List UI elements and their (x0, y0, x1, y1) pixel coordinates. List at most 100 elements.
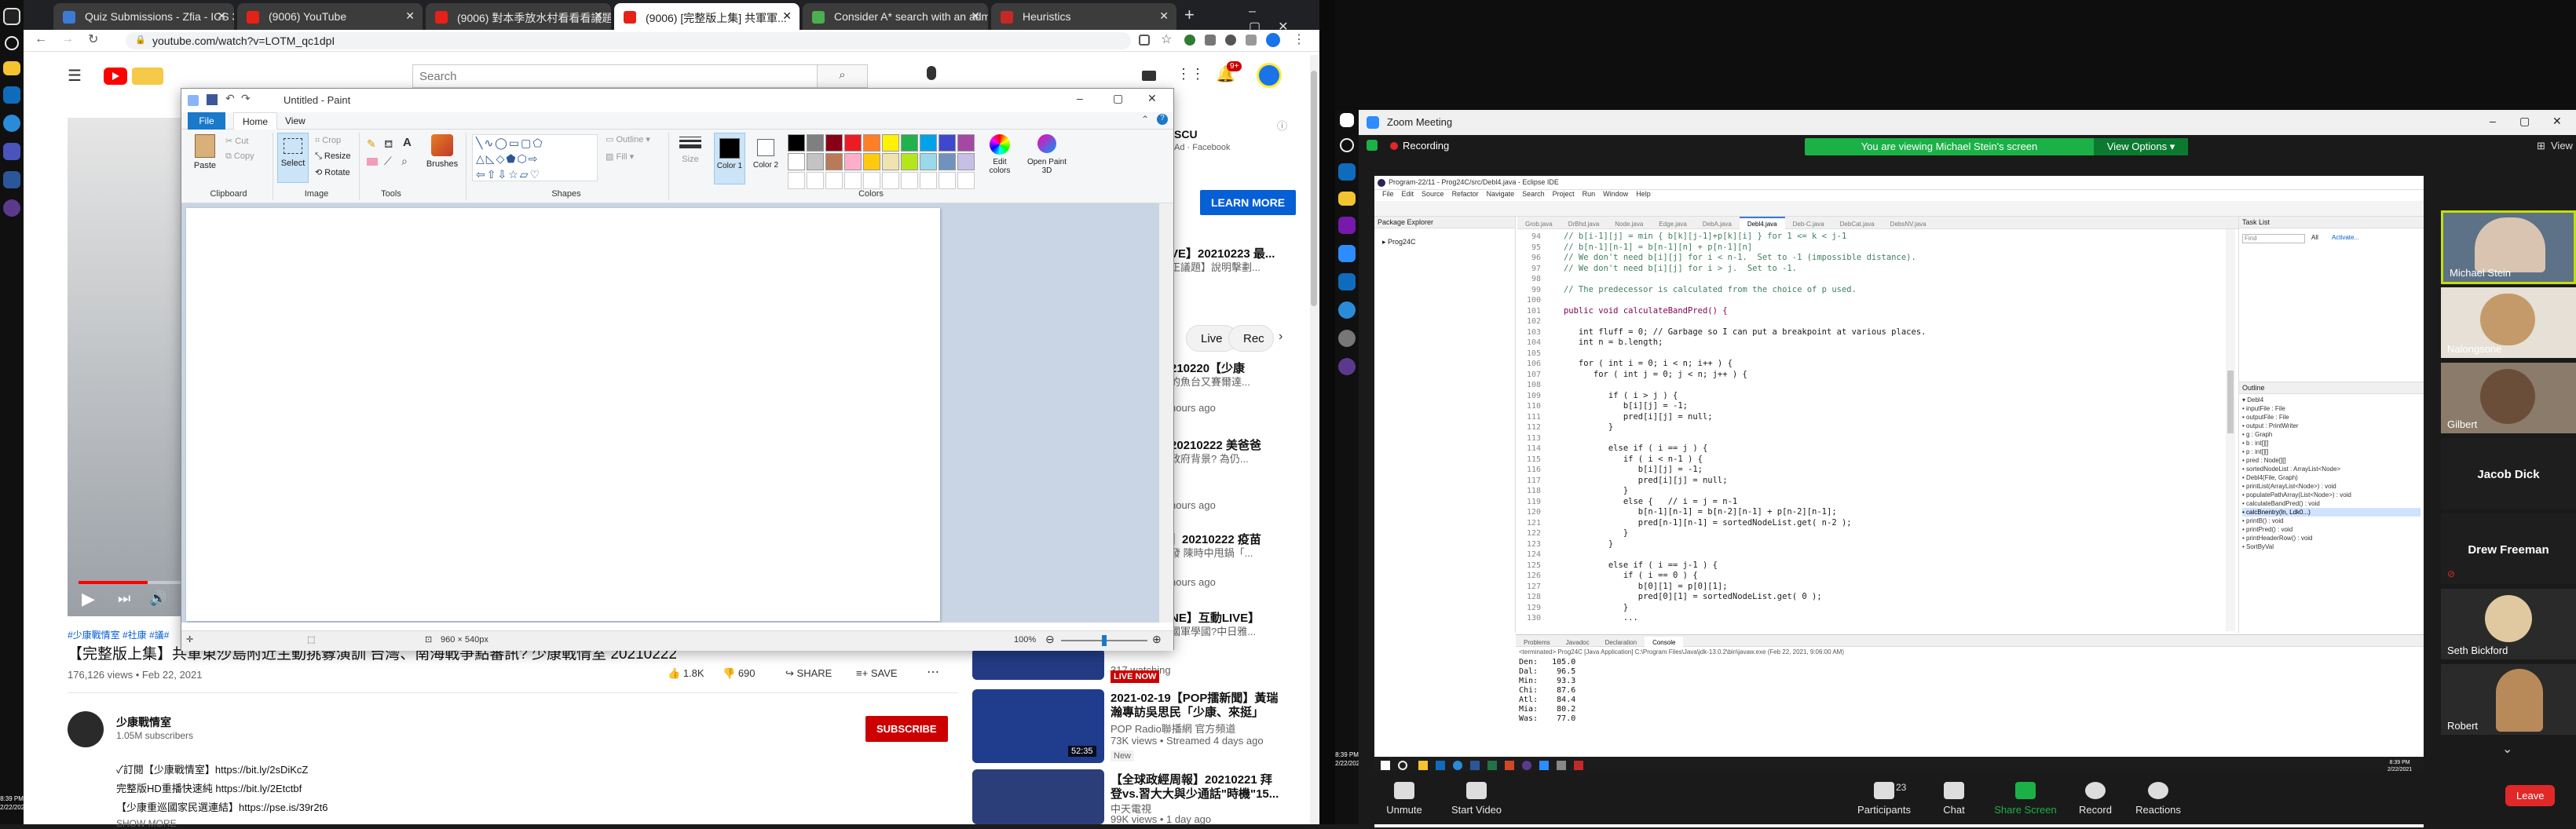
view-options-button[interactable]: View Options ▾ (2094, 138, 2188, 155)
outline-tab[interactable]: Outline (2239, 382, 2424, 394)
settings-icon[interactable] (1338, 330, 1356, 347)
left-taskbar-clock[interactable]: 8:39 PM 2/22/2021 (0, 794, 28, 812)
search-button[interactable]: ⌕ (817, 65, 867, 87)
bottom-panel-tab[interactable]: Console (1645, 637, 1684, 648)
close-icon[interactable]: ✕ (971, 9, 980, 23)
edit-colors-button[interactable]: Edit colors (982, 134, 1017, 181)
redo-icon[interactable]: ↷ (241, 92, 251, 105)
bottom-panel-tab[interactable]: Javadoc (1558, 637, 1597, 648)
task-list-tab[interactable]: Task List (2239, 217, 2424, 228)
search-icon[interactable] (5, 36, 19, 50)
chips-next-icon[interactable]: › (1279, 330, 1283, 344)
outline-item[interactable]: • p : int[][] (2242, 447, 2420, 456)
folder-icon[interactable] (3, 61, 20, 75)
copy-button[interactable]: ⧉ Copy (225, 152, 254, 162)
outline-item[interactable]: • outputFile : File (2242, 413, 2420, 422)
chip-recent[interactable]: Rec (1228, 325, 1274, 352)
outlook-icon[interactable] (3, 86, 20, 104)
scroll-participants-down-icon[interactable]: ⌄ (2502, 741, 2512, 757)
editor-tab[interactable]: Edge.java (1651, 218, 1695, 230)
palette-swatch[interactable] (863, 153, 880, 170)
paint-canvas[interactable] (186, 208, 940, 621)
editor-tab[interactable]: DrBhd.java (1561, 218, 1608, 230)
outlook-icon[interactable] (1338, 273, 1356, 290)
curve-shape-icon[interactable]: ∿ (484, 137, 495, 149)
outline-item[interactable]: • sortedNodeList : ArrayList<Node> (2242, 465, 2420, 473)
search-icon[interactable] (1340, 138, 1354, 152)
view-grid-icon[interactable]: ⊞ (2537, 140, 2545, 152)
participant-tile-jacob-dick[interactable]: Jacob Dick (2441, 438, 2576, 509)
file-menu[interactable]: File (188, 112, 225, 130)
play-icon[interactable]: ▶ (82, 589, 95, 609)
package-explorer-tab[interactable]: Package Explorer (1374, 217, 1515, 228)
heart-shape-icon[interactable]: ♡ (530, 168, 542, 181)
star-shape-icon[interactable]: ☆ (508, 168, 520, 181)
outline-item[interactable]: • populatePathArray(List<Node>) : void (2242, 491, 2420, 499)
outline-item[interactable]: • output : PrintWriter (2242, 422, 2420, 430)
sidebar-video-title-line2[interactable]: 瀚專訪吳思民「少康、來挺」 (1111, 703, 1315, 720)
triangle-shape-icon[interactable]: △ (476, 152, 486, 165)
right-taskbar-clock[interactable]: 8:39 PM 2/22/2021 (1335, 750, 1363, 768)
custom-color-slot[interactable] (882, 172, 899, 189)
word-icon[interactable] (3, 171, 20, 188)
tab-youtube-1[interactable]: (9006) YouTube ✕ (237, 3, 423, 30)
bottom-panel-tab[interactable]: Declaration (1597, 637, 1645, 648)
resize-button[interactable]: ⤡ Resize (315, 152, 351, 162)
editor-tab[interactable]: DebA.java (1695, 218, 1740, 230)
maximize-icon[interactable]: ▢ (1113, 92, 1123, 105)
brushes-button[interactable]: Brushes (425, 134, 459, 181)
arrow-up-shape-icon[interactable]: ⇧ (487, 168, 498, 181)
select-button[interactable]: Select (277, 133, 309, 183)
start-video-button[interactable]: Start Video (1445, 782, 1508, 816)
participant-tile-michael-stein[interactable]: Michael Stein (2441, 210, 2576, 284)
palette-swatch[interactable] (901, 134, 918, 152)
volume-icon[interactable]: 🔊 (149, 590, 166, 607)
palette-swatch[interactable] (957, 153, 975, 170)
outline-item[interactable]: ▾ Debl4 (2242, 396, 2420, 404)
callout-shape-icon[interactable]: ▱ (520, 168, 530, 181)
share-button[interactable]: ↪ SHARE (785, 667, 832, 680)
unmute-button[interactable]: Unmute (1373, 782, 1436, 816)
like-button[interactable]: 👍 1.8K (668, 667, 704, 680)
zoom-out-icon[interactable]: ⊖ (1045, 633, 1055, 646)
tab-youtube-active[interactable]: (9006) [完整版上集] 共軍軍... ✕ (614, 3, 800, 30)
tab-youtube-2[interactable]: (9006) 對本季放水村看看看議題 ✕ (426, 3, 611, 30)
outline-item[interactable]: • SortByVal (2242, 542, 2420, 551)
help-icon[interactable]: ? (1157, 114, 1168, 125)
palette-swatch[interactable] (939, 134, 956, 152)
apps-grid-icon[interactable]: ⋮⋮ (1176, 66, 1205, 82)
outline-item[interactable]: • printList(ArrayList<Node>) : void (2242, 482, 2420, 491)
close-icon[interactable]: ✕ (782, 9, 792, 23)
eclipse-menu-item[interactable]: Refactor (1452, 190, 1479, 198)
paste-button[interactable]: Paste (189, 134, 221, 181)
participants-button[interactable]: Participants (1841, 782, 1927, 816)
teams-icon[interactable] (3, 143, 20, 160)
palette-swatch[interactable] (788, 153, 805, 170)
search-input[interactable]: Search (419, 70, 457, 83)
custom-color-slot[interactable] (901, 172, 918, 189)
custom-color-slot[interactable] (825, 172, 843, 189)
crop-button[interactable]: ⌗ Crop (315, 136, 341, 146)
view-label[interactable]: View (2551, 140, 2573, 152)
recording-label[interactable]: Recording (1403, 140, 1449, 152)
tab-astar[interactable]: Consider A* search with an adm ✕ (803, 3, 988, 30)
folder-icon[interactable] (1338, 192, 1356, 206)
editor-tab[interactable]: Deb-C.java (1785, 218, 1832, 230)
eclipse-menu-item[interactable]: Edit (1402, 190, 1414, 198)
save-button[interactable]: ≡+ SAVE (856, 667, 898, 679)
back-icon[interactable]: ← (35, 32, 47, 46)
undo-icon[interactable]: ↶ (225, 92, 235, 105)
vertical-scrollbar[interactable] (1159, 203, 1173, 623)
sidebar-video-title-line2[interactable]: 登vs.習大大與少通話"時機"15... (1111, 785, 1315, 802)
menu-dots-icon[interactable]: ⋮ (1293, 31, 1305, 47)
youtube-logo[interactable] (104, 68, 127, 85)
close-window-icon[interactable]: ✕ (1147, 92, 1157, 105)
arrow-left-shape-icon[interactable]: ⇦ (476, 168, 487, 181)
sidebar-thumbnail[interactable] (972, 769, 1104, 824)
channel-avatar[interactable] (68, 711, 104, 747)
outline-dropdown[interactable]: ▭ Outline ▾ (606, 134, 650, 144)
forward-icon[interactable]: → (61, 32, 74, 46)
info-icon[interactable]: ⓘ (1277, 118, 1287, 133)
custom-color-slot[interactable] (920, 172, 937, 189)
eclipse-menu-item[interactable]: Source (1422, 190, 1444, 198)
